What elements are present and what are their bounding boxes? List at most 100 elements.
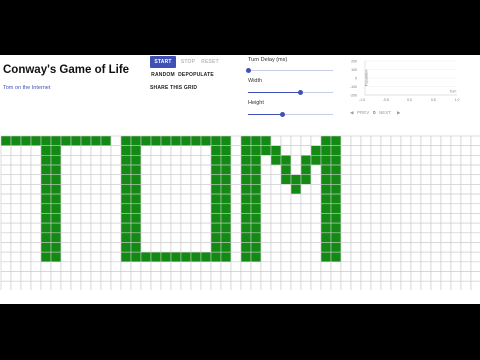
grid-cell-alive[interactable]: [70, 135, 82, 146]
stop-button[interactable]: STOP: [178, 56, 198, 68]
grid-cell[interactable]: [20, 155, 32, 166]
grid-cell[interactable]: [100, 193, 112, 205]
grid-cell[interactable]: [440, 164, 452, 176]
grid-cell[interactable]: [230, 213, 242, 224]
grid-cell[interactable]: [0, 261, 12, 272]
grid-cell[interactable]: [60, 261, 72, 272]
next-button[interactable]: NEXT: [379, 110, 391, 115]
grid-cell-alive[interactable]: [240, 232, 252, 243]
grid-cell-alive[interactable]: [220, 155, 232, 166]
grid-cell[interactable]: [200, 203, 212, 214]
grid-cell[interactable]: [360, 280, 372, 290]
grid-cell[interactable]: [390, 184, 402, 195]
grid-cell[interactable]: [370, 232, 382, 243]
grid-cell-alive[interactable]: [90, 135, 102, 146]
grid-cell-alive[interactable]: [240, 184, 252, 195]
grid-cell[interactable]: [390, 222, 402, 234]
grid-cell[interactable]: [140, 174, 152, 185]
grid-cell-alive[interactable]: [210, 213, 222, 224]
grid-cell-alive[interactable]: [50, 164, 62, 176]
grid-cell-alive[interactable]: [240, 222, 252, 234]
grid-cell[interactable]: [170, 232, 182, 243]
grid-cell-alive[interactable]: [170, 135, 182, 146]
grid-cell-alive[interactable]: [320, 184, 332, 195]
grid-cell-alive[interactable]: [290, 184, 302, 195]
grid-cell[interactable]: [100, 222, 112, 234]
grid-cell[interactable]: [340, 145, 352, 156]
grid-cell[interactable]: [200, 184, 212, 195]
grid-cell-alive[interactable]: [120, 174, 132, 185]
grid-cell[interactable]: [80, 164, 92, 176]
grid-cell[interactable]: [10, 271, 22, 282]
width-thumb[interactable]: [298, 90, 304, 95]
grid-cell[interactable]: [170, 242, 182, 253]
grid-cell-alive[interactable]: [250, 174, 262, 185]
grid-cell[interactable]: [110, 193, 122, 205]
grid-cell[interactable]: [100, 271, 112, 282]
grid-cell[interactable]: [430, 145, 442, 156]
grid-cell-alive[interactable]: [10, 135, 22, 146]
grid-cell-alive[interactable]: [50, 155, 62, 166]
grid-cell[interactable]: [390, 213, 402, 224]
grid-cell[interactable]: [70, 261, 82, 272]
grid-cell[interactable]: [240, 271, 252, 282]
grid-cell[interactable]: [470, 203, 480, 214]
grid-cell-alive[interactable]: [250, 232, 262, 243]
grid-cell-alive[interactable]: [120, 193, 132, 205]
grid-cell[interactable]: [290, 242, 302, 253]
grid-cell[interactable]: [370, 203, 382, 214]
grid-cell-alive[interactable]: [210, 203, 222, 214]
grid-cell[interactable]: [170, 271, 182, 282]
grid-cell[interactable]: [30, 222, 42, 234]
grid-cell[interactable]: [200, 164, 212, 176]
grid-cell[interactable]: [380, 261, 392, 272]
grid-cell-alive[interactable]: [40, 155, 52, 166]
grid-cell[interactable]: [180, 184, 192, 195]
grid-cell[interactable]: [20, 193, 32, 205]
grid-cell[interactable]: [80, 193, 92, 205]
grid-cell[interactable]: [280, 232, 292, 243]
grid-cell[interactable]: [220, 261, 232, 272]
grid-cell[interactable]: [140, 213, 152, 224]
grid-cell[interactable]: [440, 203, 452, 214]
grid-cell[interactable]: [180, 261, 192, 272]
grid-cell[interactable]: [370, 222, 382, 234]
grid-cell-alive[interactable]: [320, 232, 332, 243]
grid-cell[interactable]: [350, 184, 362, 195]
grid-cell[interactable]: [470, 184, 480, 195]
grid-cell-alive[interactable]: [50, 251, 62, 263]
grid-cell[interactable]: [420, 135, 432, 146]
grid-cell[interactable]: [440, 251, 452, 263]
grid-cell[interactable]: [280, 242, 292, 253]
grid-cell-alive[interactable]: [250, 145, 262, 156]
grid-cell[interactable]: [140, 203, 152, 214]
grid-cell[interactable]: [170, 203, 182, 214]
grid-cell[interactable]: [380, 271, 392, 282]
grid-cell-alive[interactable]: [220, 251, 232, 263]
grid-cell[interactable]: [270, 213, 282, 224]
grid-cell[interactable]: [290, 271, 302, 282]
grid-cell[interactable]: [30, 155, 42, 166]
grid-cell-alive[interactable]: [40, 145, 52, 156]
grid-cell[interactable]: [470, 193, 480, 205]
grid-cell[interactable]: [270, 164, 282, 176]
grid-cell[interactable]: [400, 193, 412, 205]
grid-cell[interactable]: [40, 280, 52, 290]
grid-cell[interactable]: [290, 155, 302, 166]
grid-cell[interactable]: [330, 261, 342, 272]
grid-cell[interactable]: [260, 280, 272, 290]
grid-cell[interactable]: [400, 155, 412, 166]
grid-cell[interactable]: [340, 174, 352, 185]
grid-cell[interactable]: [0, 193, 12, 205]
grid-cell-alive[interactable]: [310, 145, 322, 156]
grid-cell[interactable]: [460, 155, 472, 166]
grid-cell[interactable]: [60, 193, 72, 205]
grid-cell[interactable]: [90, 184, 102, 195]
grid-cell[interactable]: [110, 164, 122, 176]
grid-cell[interactable]: [90, 145, 102, 156]
grid-cell[interactable]: [310, 222, 322, 234]
grid-cell-alive[interactable]: [220, 193, 232, 205]
grid-cell[interactable]: [20, 271, 32, 282]
grid-cell[interactable]: [310, 203, 322, 214]
grid-cell-alive[interactable]: [120, 164, 132, 176]
